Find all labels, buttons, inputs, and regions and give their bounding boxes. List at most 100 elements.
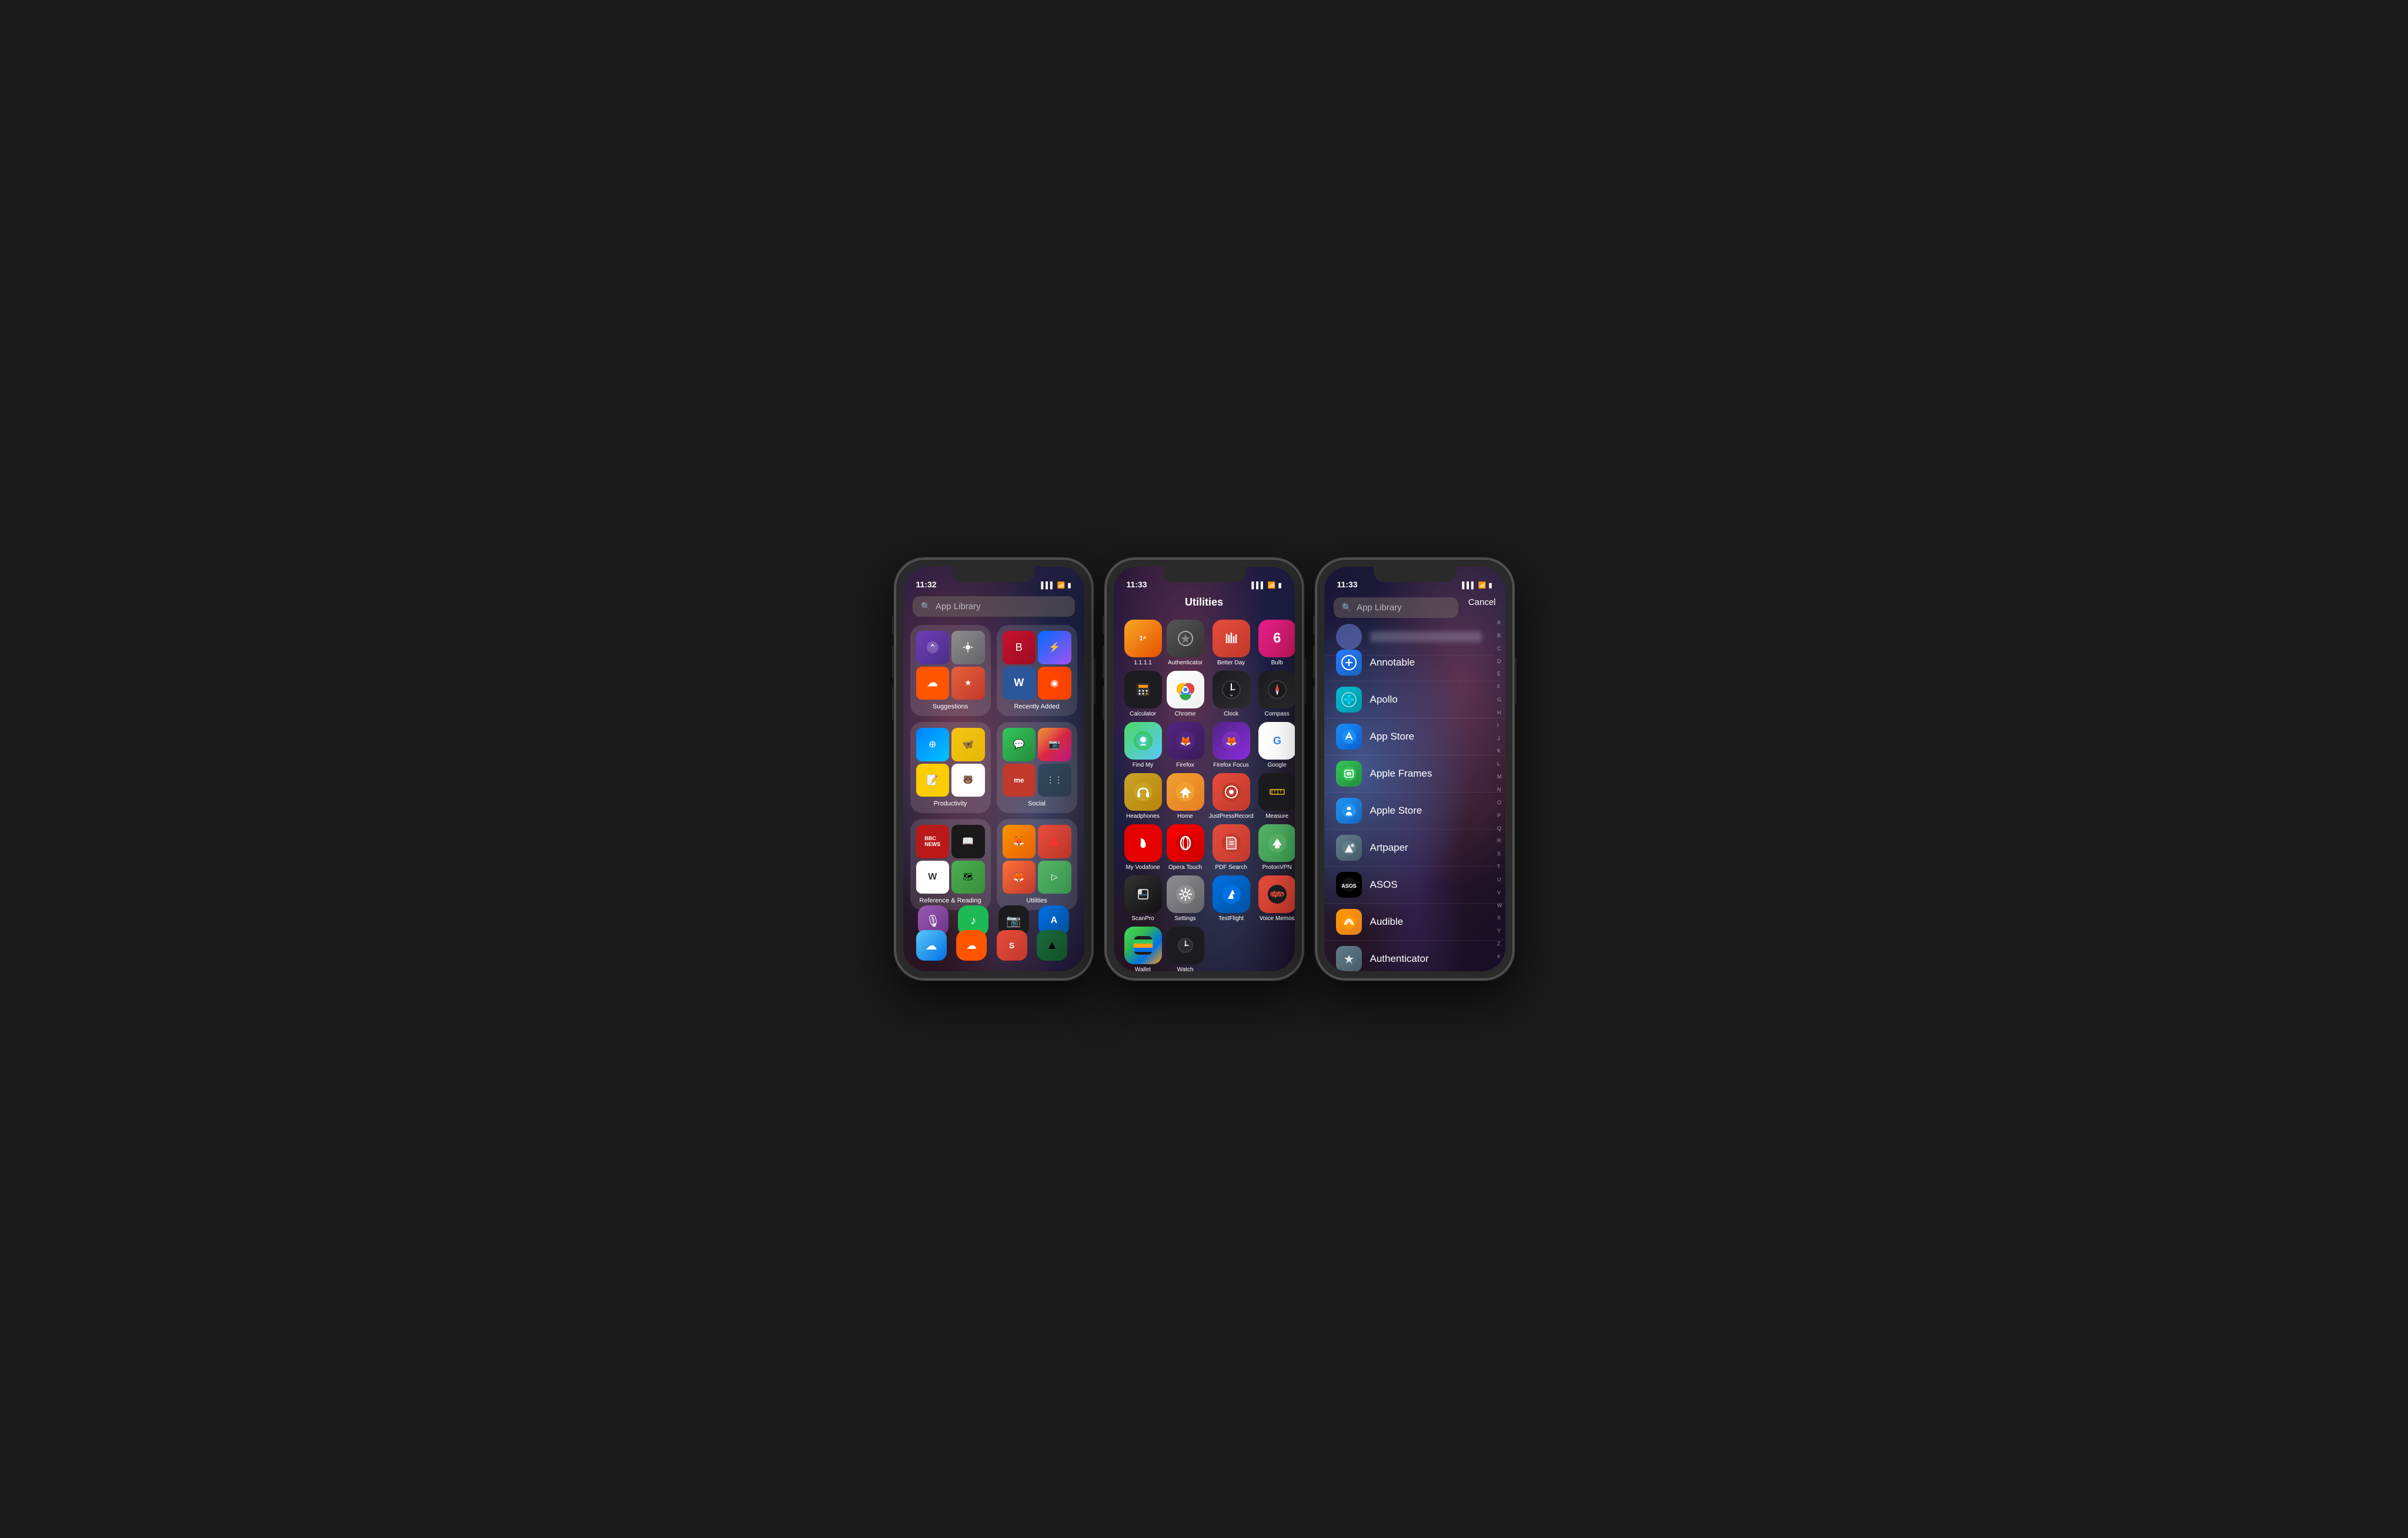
app-library-grid-1: ☁ ★ Suggestions B ⚡	[903, 625, 1084, 910]
icon-measure	[1258, 773, 1295, 811]
icon-findmy	[1124, 722, 1162, 760]
wifi-icon: 📶	[1057, 581, 1066, 589]
reeder2-icon	[1038, 825, 1071, 858]
folder-recently-added[interactable]: B ⚡ W ◉ Recently Added	[997, 625, 1077, 716]
label-firefoxfocus: Firefox Focus	[1213, 762, 1249, 768]
app-findmy[interactable]: Find My	[1124, 722, 1162, 768]
icon-clock: 12	[1213, 671, 1250, 708]
list-item-artpaper[interactable]: Artpaper	[1324, 830, 1505, 867]
search-icon-1: 🔍	[921, 601, 931, 611]
icon-compass	[1258, 671, 1295, 708]
me-icon: me	[1003, 764, 1036, 797]
list-item-applestore[interactable]: Apple Store	[1324, 793, 1505, 830]
safari-icon-small: ⊕	[916, 728, 950, 761]
notch-icon: ⋮⋮	[1038, 764, 1071, 797]
notch-2	[1163, 567, 1245, 582]
tes-icon: 🦋	[951, 728, 985, 761]
label-bulb: Bulb	[1271, 660, 1283, 666]
app-wallet[interactable]: Wallet	[1124, 927, 1162, 971]
app-firefox3[interactable]: 🦊 Firefox	[1167, 722, 1204, 768]
icon-opera	[1167, 824, 1204, 862]
svg-text:ASOS: ASOS	[1341, 883, 1357, 889]
app-1111[interactable]: 1⁴ 1.1.1.1	[1124, 620, 1162, 666]
label-protonvpn: ProtonVPN	[1263, 864, 1292, 871]
app-headphones[interactable]: Headphones	[1124, 773, 1162, 820]
app-chrome[interactable]: Chrome	[1167, 671, 1204, 717]
word-icon: W	[1003, 667, 1036, 700]
app-calculator[interactable]: Calculator	[1124, 671, 1162, 717]
list-item-annotable[interactable]: Annotable	[1324, 644, 1505, 681]
productivity-label: Productivity	[916, 800, 985, 807]
maps-icon-small: 🗺	[951, 861, 985, 894]
label-clock: Clock	[1224, 711, 1238, 717]
icon-vodafone	[1124, 824, 1162, 862]
artpaper-icon	[1336, 835, 1362, 861]
app-watch[interactable]: Watch	[1167, 927, 1204, 971]
applestore-label: Apple Store	[1370, 805, 1422, 817]
label-google: Google	[1268, 762, 1287, 768]
bottom-icon-3: S	[997, 930, 1027, 961]
label-measure: Measure	[1265, 813, 1288, 820]
list-item-apollo[interactable]: Apollo	[1324, 681, 1505, 718]
status-icons-2: ▌▌▌ 📶 ▮	[1251, 581, 1281, 589]
cancel-label: Cancel	[1468, 597, 1496, 607]
folder-productivity[interactable]: ⊕ 🦋 📝 🐻 Productivity	[910, 722, 991, 813]
suggestions-label: Suggestions	[916, 703, 985, 710]
app-scanpro[interactable]: ScanPro	[1124, 875, 1162, 922]
messages-icon-small: 💬	[1003, 728, 1036, 761]
app-betterday[interactable]: Better Day	[1209, 620, 1254, 666]
bbc-icon: BBCNEWS	[916, 825, 950, 858]
icon-calculator	[1124, 671, 1162, 708]
app-vodafone[interactable]: My Vodafone	[1124, 824, 1162, 871]
app-protonvpn[interactable]: ProtonVPN	[1258, 824, 1295, 871]
label-home: Home	[1177, 813, 1193, 820]
cancel-button[interactable]: Cancel	[1468, 597, 1496, 608]
reference-label: Reference & Reading	[916, 897, 985, 904]
folder-utilities[interactable]: 🦊 🦊 ▷ Utilities	[997, 819, 1077, 910]
list-item-appleframes[interactable]: Apple Frames	[1324, 755, 1505, 793]
app-settings2[interactable]: Settings	[1167, 875, 1204, 922]
app-google[interactable]: G Google	[1258, 722, 1295, 768]
label-voicememos: Voice Memos	[1260, 915, 1295, 922]
icon-bulb: 6	[1258, 620, 1295, 657]
icon-voicememos	[1258, 875, 1295, 913]
artpaper-label: Artpaper	[1370, 842, 1408, 854]
folder-reference[interactable]: BBCNEWS 📖 W 🗺 Reference & Reading	[910, 819, 991, 910]
folder-suggestions[interactable]: ☁ ★ Suggestions	[910, 625, 991, 716]
alphabet-index[interactable]: A B C D E F G H I J K L M N O P Q R S T	[1497, 620, 1502, 959]
folder-social[interactable]: 💬 📷 me ⋮⋮ Social	[997, 722, 1077, 813]
app-clock[interactable]: 12 Clock	[1209, 671, 1254, 717]
label-watch: Watch	[1177, 967, 1194, 971]
app-bulb[interactable]: 6 Bulb	[1258, 620, 1295, 666]
list-item-appstore[interactable]: App Store	[1324, 718, 1505, 755]
apollo-icon	[1336, 687, 1362, 713]
recently-added-label: Recently Added	[1003, 703, 1071, 710]
label-authenticator: Authenticator	[1168, 660, 1203, 666]
app-compass[interactable]: Compass	[1258, 671, 1295, 717]
list-item-auth2[interactable]: Authenticator	[1324, 941, 1505, 971]
messenger-icon: ⚡	[1038, 631, 1071, 664]
app-justpress[interactable]: JustPressRecord	[1209, 773, 1254, 820]
app-opera[interactable]: Opera Touch	[1167, 824, 1204, 871]
list-item-asos[interactable]: ASOS ASOS	[1324, 867, 1505, 904]
phone-3: 11:33 ▌▌▌ 📶 ▮ 🔍 App Library Cancel	[1315, 557, 1515, 981]
apollo-label: Apollo	[1370, 694, 1398, 706]
time-1: 11:32	[916, 580, 937, 589]
label-settings: Settings	[1174, 915, 1195, 922]
search-bar-1[interactable]: 🔍 App Library	[913, 596, 1075, 617]
app-home[interactable]: Home	[1167, 773, 1204, 820]
app-measure[interactable]: Measure	[1258, 773, 1295, 820]
app-firefoxfocus[interactable]: 🦊 Firefox Focus	[1209, 722, 1254, 768]
search-bar-3[interactable]: 🔍 App Library	[1334, 597, 1458, 618]
icon-betterday	[1213, 620, 1250, 657]
bear2-icon: 🐻	[951, 764, 985, 797]
app-pdfsearch[interactable]: PDF Search	[1209, 824, 1254, 871]
icon-1111: 1⁴	[1124, 620, 1162, 657]
firefox2-icon-small: 🦊	[1003, 861, 1036, 894]
app-voicememos[interactable]: Voice Memos	[1258, 875, 1295, 922]
app-testflight[interactable]: TestFlight	[1209, 875, 1254, 922]
audible-icon	[1336, 909, 1362, 935]
app-authenticator[interactable]: Authenticator	[1167, 620, 1204, 666]
kindle-icon: 📖	[951, 825, 985, 858]
list-item-audible[interactable]: Audible	[1324, 904, 1505, 941]
